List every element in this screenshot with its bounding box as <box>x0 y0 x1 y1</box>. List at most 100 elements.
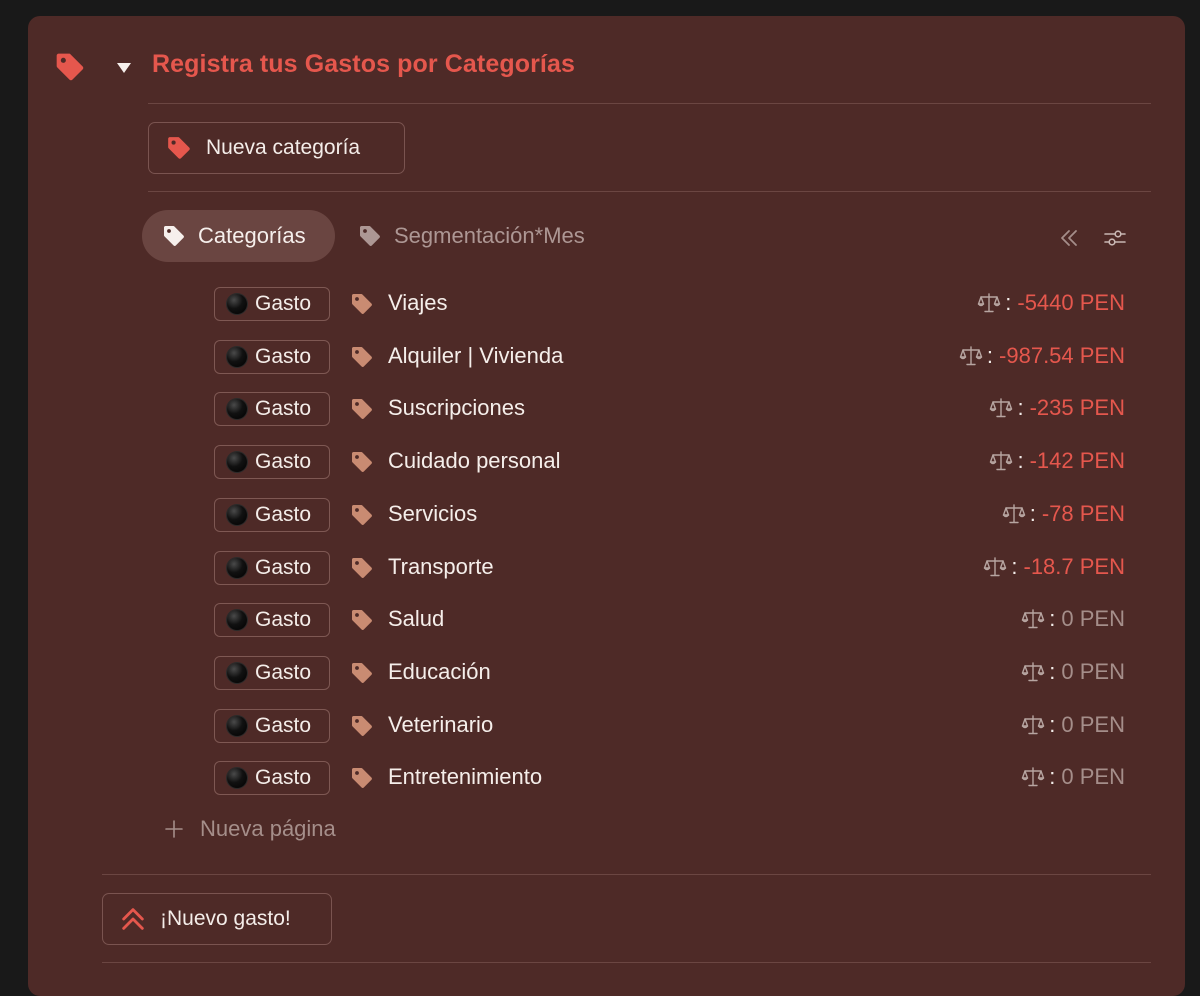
balance-scale-icon <box>1021 765 1045 789</box>
tab-categorias[interactable]: Categorías <box>142 210 335 262</box>
category-total: : -142 PEN <box>989 448 1125 474</box>
category-name[interactable]: Servicios <box>388 501 477 527</box>
list-item[interactable]: Gasto Suscripciones : -235 PEN <box>28 385 1185 433</box>
divider <box>102 874 1151 875</box>
total-value: -142 PEN <box>1029 448 1125 474</box>
balance-scale-icon <box>1021 660 1045 684</box>
category-total: : -235 PEN <box>989 395 1125 421</box>
type-badge[interactable]: Gasto <box>214 392 330 427</box>
black-circle-icon <box>227 610 247 631</box>
type-badge[interactable]: Gasto <box>214 603 330 638</box>
type-label: Gasto <box>255 608 312 632</box>
category-name[interactable]: Educación <box>388 659 491 685</box>
category-name[interactable]: Cuidado personal <box>388 448 560 474</box>
tag-icon <box>162 224 186 248</box>
category-total: : -987.54 PEN <box>959 343 1125 369</box>
black-circle-icon <box>227 504 247 525</box>
black-circle-icon <box>227 768 247 789</box>
category-total: : -5440 PEN <box>977 290 1125 316</box>
black-circle-icon <box>227 557 247 578</box>
category-total: :0 PEN <box>1021 606 1125 632</box>
category-name[interactable]: Salud <box>388 606 444 632</box>
total-value: 0 PEN <box>1061 711 1125 737</box>
list-item[interactable]: Gasto Entretenimiento:0 PEN <box>28 754 1185 802</box>
new-page-button[interactable]: Nueva página <box>164 816 336 842</box>
total-value: 0 PEN <box>1061 764 1125 790</box>
type-badge[interactable]: Gasto <box>214 339 330 374</box>
divider <box>148 103 1151 104</box>
category-name[interactable]: Transporte <box>388 554 494 580</box>
tab-segmentacion-mes[interactable]: Segmentación*Mes <box>358 210 585 262</box>
new-category-button[interactable]: Nueva categoría <box>148 122 405 174</box>
total-value: -78 PEN <box>1041 500 1125 526</box>
tag-icon <box>350 608 374 632</box>
tag-icon <box>54 51 86 83</box>
double-chevron-up-icon <box>122 908 144 930</box>
black-circle-icon <box>227 715 247 736</box>
new-expense-button[interactable]: ¡Nuevo gasto! <box>102 893 332 945</box>
category-total: :0 PEN <box>1021 712 1125 738</box>
balance-scale-icon <box>989 449 1013 473</box>
type-badge[interactable]: Gasto <box>214 708 330 743</box>
total-value: -235 PEN <box>1029 395 1125 421</box>
tag-icon <box>358 224 382 248</box>
total-value: -987.54 PEN <box>999 342 1125 368</box>
list-item[interactable]: Gasto Transporte: -18.7 PEN <box>28 544 1185 592</box>
type-badge[interactable]: Gasto <box>214 497 330 532</box>
plus-icon <box>165 820 183 838</box>
balance-scale-icon <box>977 291 1001 315</box>
list-item[interactable]: Gasto Viajes: -5440 PEN <box>28 280 1185 328</box>
type-label: Gasto <box>255 713 312 737</box>
balance-scale-icon <box>1021 607 1045 631</box>
value-separator: : <box>1017 448 1024 474</box>
type-label: Gasto <box>255 397 312 421</box>
black-circle-icon <box>227 662 247 683</box>
sliders-icon[interactable] <box>1103 226 1127 250</box>
value-separator: : <box>1005 290 1012 315</box>
value-separator: : <box>1049 711 1056 737</box>
black-circle-icon <box>227 399 247 420</box>
tag-icon <box>350 714 374 738</box>
value-separator: : <box>1049 658 1056 684</box>
list-item[interactable]: Gasto Veterinario:0 PEN <box>28 702 1185 750</box>
expense-categories-panel: Registra tus Gastos por Categorías Nueva… <box>28 16 1185 996</box>
type-label: Gasto <box>255 766 312 790</box>
new-expense-label: ¡Nuevo gasto! <box>160 907 291 930</box>
black-circle-icon <box>227 346 247 367</box>
list-item[interactable]: Gasto Salud :0 PEN <box>28 596 1185 644</box>
total-value: -5440 PEN <box>1017 290 1125 315</box>
new-category-label: Nueva categoría <box>206 136 361 159</box>
category-name[interactable]: Viajes <box>388 290 448 316</box>
tag-icon <box>350 503 374 527</box>
type-label: Gasto <box>255 292 312 315</box>
value-separator: : <box>986 342 994 368</box>
type-badge[interactable]: Gasto <box>214 655 330 690</box>
value-separator: : <box>1029 500 1036 526</box>
caret-down-icon[interactable] <box>114 58 134 78</box>
type-badge[interactable]: Gasto <box>214 445 330 480</box>
tag-icon <box>350 556 374 580</box>
tab-label: Segmentación*Mes <box>394 223 585 248</box>
type-badge[interactable]: Gasto <box>214 287 330 321</box>
tag-icon <box>350 766 374 790</box>
category-name[interactable]: Veterinario <box>388 712 493 738</box>
tag-icon <box>350 450 374 474</box>
category-name[interactable]: Suscripciones <box>388 395 525 421</box>
type-badge[interactable]: Gasto <box>214 761 330 796</box>
value-separator: : <box>1049 606 1056 632</box>
list-item[interactable]: Gasto Alquiler | Vivienda: -987.54 PEN <box>28 333 1185 381</box>
balance-scale-icon <box>983 555 1007 579</box>
category-name[interactable]: Alquiler | Vivienda <box>388 343 563 369</box>
double-chevron-left-icon[interactable] <box>1057 226 1081 250</box>
balance-scale-icon <box>1021 713 1045 737</box>
type-badge[interactable]: Gasto <box>214 550 330 585</box>
list-item[interactable]: Gasto Servicios: -78 PEN <box>28 491 1185 539</box>
list-item[interactable]: Gasto Educación:0 PEN <box>28 649 1185 697</box>
total-value: -18.7 PEN <box>1023 553 1126 579</box>
black-circle-icon <box>227 452 247 473</box>
category-name[interactable]: Entretenimiento <box>388 764 542 790</box>
page-title[interactable]: Registra tus Gastos por Categorías <box>152 50 575 79</box>
list-item[interactable]: Gasto Cuidado personal: -142 PEN <box>28 438 1185 486</box>
tag-icon <box>166 135 192 161</box>
type-label: Gasto <box>255 660 312 684</box>
